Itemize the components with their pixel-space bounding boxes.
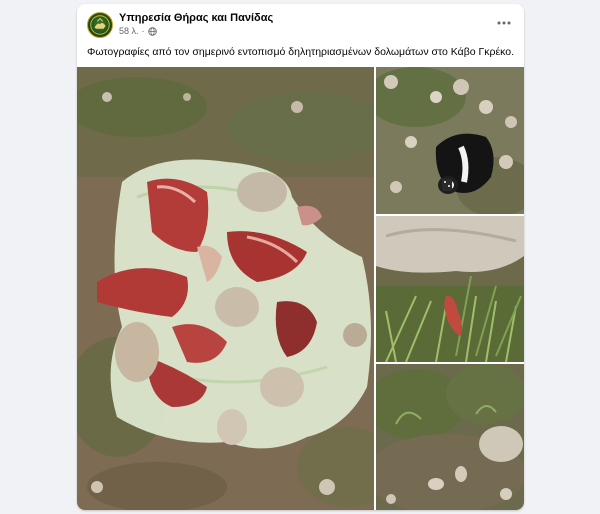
facebook-post: Υπηρεσία Θήρας και Πανίδας 58 λ. · Φωτογ…: [77, 4, 524, 510]
rocks-and-grass-photo[interactable]: [376, 364, 524, 510]
post-caption: Φωτογραφίες από τον σημερινό εντοπισμό δ…: [87, 46, 515, 58]
globe-icon: [147, 26, 157, 36]
post-header: Υπηρεσία Θήρας και Πανίδας 58 λ. ·: [77, 4, 524, 44]
bait-on-grass-photo[interactable]: [376, 216, 524, 362]
post-meta: 58 λ. ·: [119, 26, 157, 36]
more-options-button[interactable]: [494, 14, 514, 32]
meta-separator: ·: [141, 26, 145, 36]
post-time-link[interactable]: 58 λ.: [119, 26, 139, 36]
page-name-link[interactable]: Υπηρεσία Θήρας και Πανίδας: [119, 12, 273, 24]
photo-grid: [77, 67, 524, 510]
more-horizontal-icon: [497, 21, 511, 25]
poisoned-bait-meat-photo[interactable]: [77, 67, 374, 510]
dead-dog-photo[interactable]: [376, 67, 524, 214]
page-avatar[interactable]: [87, 12, 113, 38]
